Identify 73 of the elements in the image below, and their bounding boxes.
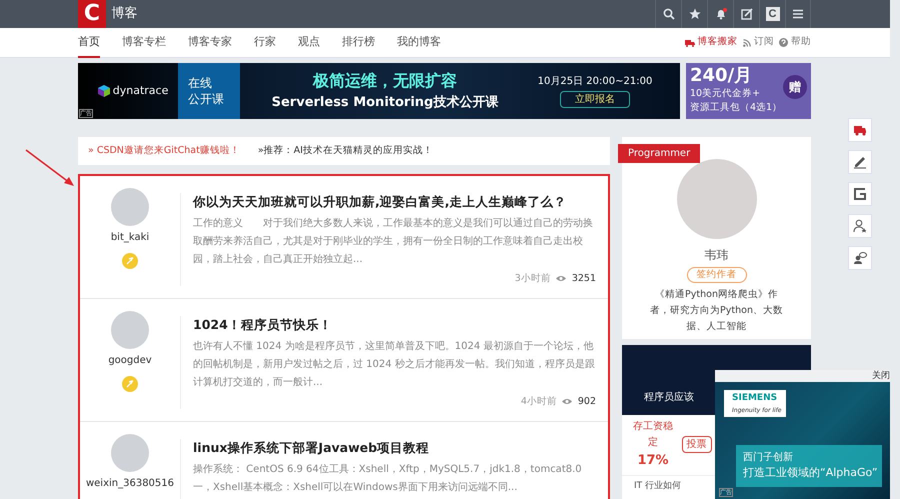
nav-tab[interactable]: 排行榜 [342, 28, 375, 58]
rss-icon [743, 38, 751, 46]
poll-percent: 17% [637, 452, 669, 470]
author-name[interactable]: bit_kaki [110, 230, 150, 245]
bell-icon[interactable] [714, 8, 726, 20]
star-icon[interactable] [688, 8, 700, 20]
ad-date: 10月25日 20:00~21:00 [538, 74, 652, 89]
poll-footer: IT 行业如何 [634, 480, 682, 493]
ad-caption: 西门子创新 [743, 450, 794, 465]
ticker-link[interactable]: »推荐：AI技术在天猫精灵的应用实战！ [258, 144, 433, 158]
site-title: 博客 [112, 5, 138, 24]
user-logo-button[interactable]: C [766, 7, 780, 21]
user-chat-icon[interactable] [853, 251, 867, 265]
logo[interactable]: C [78, 0, 106, 28]
view-count: 902 [578, 394, 596, 409]
brand-name: SIEMENS [732, 392, 778, 405]
user-star-icon[interactable] [853, 219, 867, 233]
search-icon[interactable] [662, 8, 674, 20]
post-time: 3小时前 [514, 272, 551, 286]
nav-tab[interactable]: 首页 [78, 28, 100, 58]
ad-price: 240/月 [690, 65, 754, 87]
ad-headline: 极简运维，无限扩容 [313, 70, 457, 92]
poll-option: 存工资稳定 [631, 419, 675, 451]
nav-link[interactable]: 博客搬家 [684, 35, 738, 50]
vote-button[interactable]: 投票 [682, 436, 712, 454]
poll-heading: 程序员应该 [644, 390, 694, 405]
cube-logo-icon [98, 85, 110, 97]
nav-link[interactable]: 订阅 [743, 35, 774, 50]
annotation-arrow [24, 148, 76, 188]
article-summary: 工作的意义 对于我们绝大多数人来说，工作最基本的意义是我们可以通过自己的劳动换取酬劳来养活自己，尤其是对于刚毕业的学生，拥有一份全日制的工作意味着自己走出校园，踏上社会，自己真正开始独立起... [193, 216, 594, 266]
gift-badge: 赠 [783, 75, 807, 99]
edit-icon[interactable] [740, 8, 752, 20]
signup-button[interactable]: 立即报名 [560, 91, 630, 108]
menu-icon[interactable] [792, 8, 804, 20]
ad-text: 资源工具包（4选1） [690, 101, 782, 116]
ad-text: 10美元代金券+ [690, 87, 762, 101]
link-label: 博客搬家 [698, 35, 738, 50]
nav-tab[interactable]: 博客专家 [188, 28, 232, 58]
article-title[interactable]: linux操作系统下部署Javaweb项目教程 [193, 439, 596, 458]
article-title[interactable]: 1024！程序员节快乐！ [193, 316, 596, 335]
eye-icon [556, 275, 566, 282]
nav-tab[interactable]: 我的博客 [397, 28, 441, 58]
course-tag: 公开课 [188, 91, 240, 107]
pencil-icon[interactable] [853, 155, 867, 169]
article-summary: 操作系统： CentOS 6.9 64位工具：Xshell，Xftp，MySQL5.7，jdk1.8，tomcat8.0一，Xshell基本概念：Xshell可以在Windows界面下用来访问远端不同... [193, 462, 583, 494]
ad-subline: Serverless Monitoring技术公开课 [272, 94, 498, 112]
brand-name: dynatrace [112, 82, 168, 99]
category-ribbon: Programmer [618, 144, 700, 163]
author-name[interactable]: weixin_36380516 [86, 476, 174, 491]
truck-icon [684, 38, 695, 46]
square-g-icon[interactable] [853, 187, 867, 201]
author-tag: 签约作者 [686, 266, 746, 283]
post-time: 4小时前 [520, 394, 557, 409]
ticker-link[interactable]: » CSDN邀请您来GitChat赚钱啦！ [88, 144, 240, 158]
course-tag: 在线 [188, 75, 240, 91]
side-ad[interactable]: 240/月 10美元代金券+ 资源工具包（4选1） 赠 [686, 63, 811, 119]
help-icon [779, 38, 788, 47]
view-count: 3251 [572, 272, 596, 286]
author-name[interactable]: 韦玮 [704, 246, 728, 264]
article-summary: 也许有人不懂 1024 为啥是程序员节，这里简单普及下吧。1024 最初源自于一个论坛，他的回帖机制是，新用户发过帖之后，过 1024 秒之后才能再发一帖。我们知道，程序员是跟计算机打交道的，而一般计... [193, 340, 596, 390]
author-name[interactable]: googdev [108, 353, 152, 368]
truck-icon[interactable] [853, 123, 867, 137]
nav-tab[interactable]: 行家 [254, 28, 276, 58]
link-label: 订阅 [754, 35, 774, 50]
close-link[interactable]: 关闭 [872, 370, 890, 382]
nav-tab[interactable]: 博客专栏 [122, 28, 166, 58]
nav-tab[interactable]: 观点 [298, 28, 320, 58]
eye-icon [562, 398, 572, 406]
author-description: 《精通Python网络爬虫》作者，研究方向为Python、大数据、人工智能 [649, 288, 784, 334]
link-label: 帮助 [791, 35, 811, 50]
nav-link[interactable]: 帮助 [779, 35, 811, 50]
ad-caption: 打造工业领域的“AlphaGo” [743, 465, 875, 481]
article-title[interactable]: 你以为天天加班就可以升职加薪,迎娶白富美,走上人生巅峰了么？ [193, 193, 596, 212]
